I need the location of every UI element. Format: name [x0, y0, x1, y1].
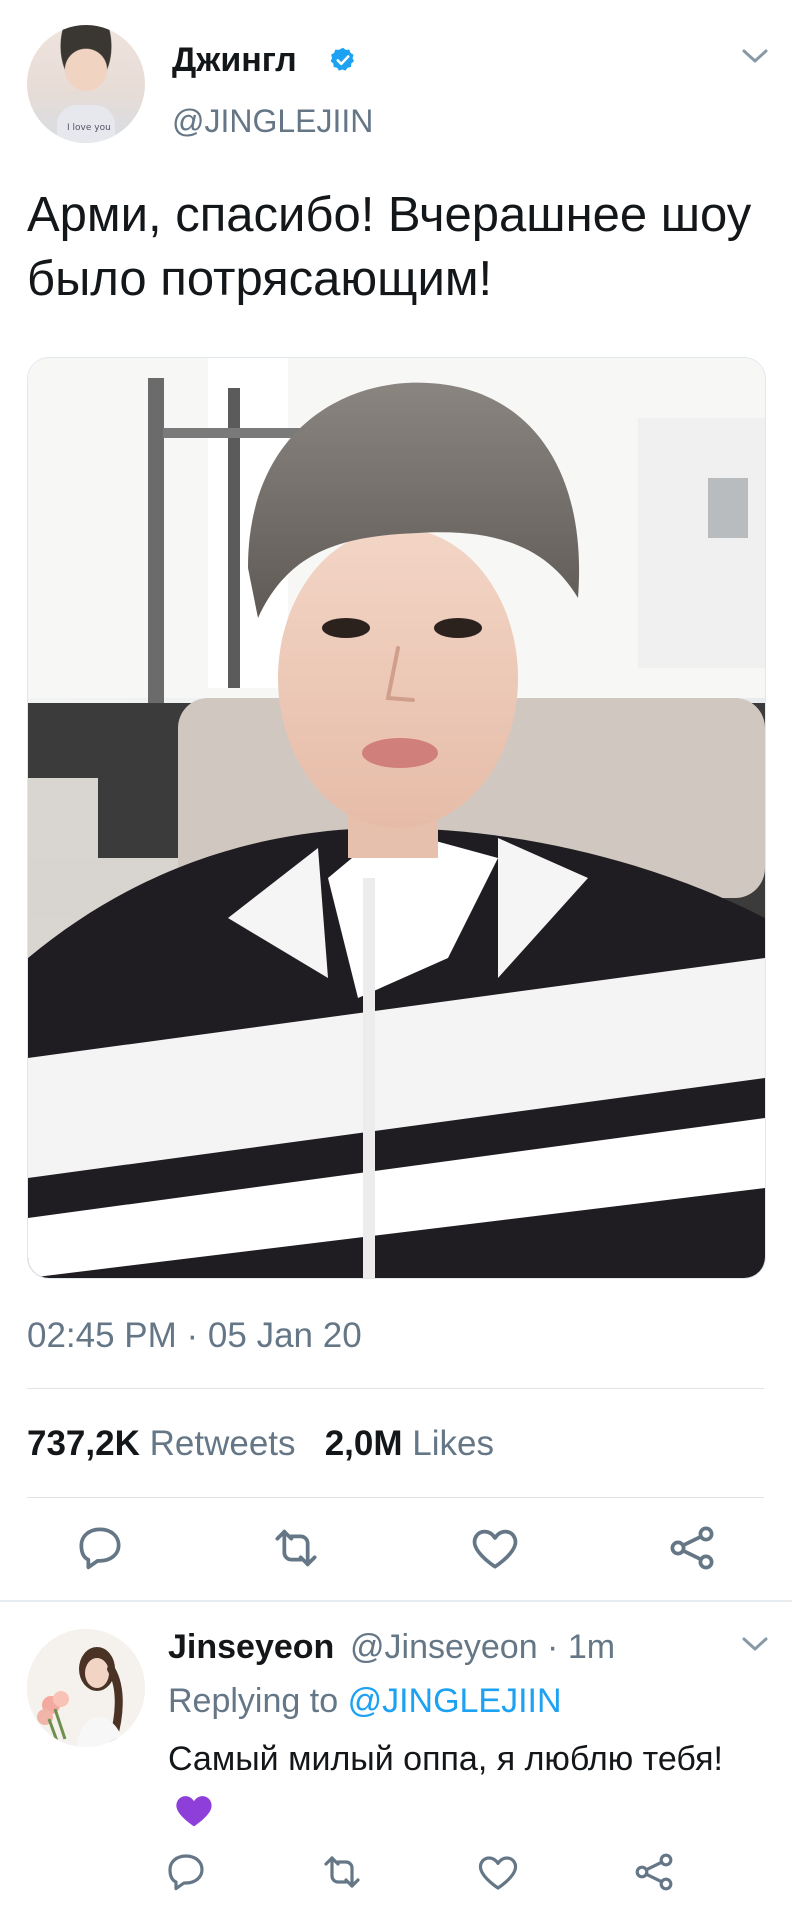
- author-display-name[interactable]: Джингл: [172, 40, 297, 80]
- tweet-stats: 737,2K Retweets 2,0M Likes: [27, 1423, 494, 1465]
- retweet-icon[interactable]: [268, 1520, 324, 1576]
- share-icon[interactable]: [664, 1520, 720, 1576]
- replying-to: Replying to @JINGLEJIIN: [168, 1681, 562, 1721]
- tweet-timestamp[interactable]: 02:45 PM · 05 Jan 20: [27, 1315, 362, 1357]
- reply-icon[interactable]: [72, 1520, 128, 1576]
- purple-heart-emoji-icon: [176, 1796, 212, 1827]
- like-icon[interactable]: [467, 1520, 523, 1576]
- replying-prefix: Replying to: [168, 1682, 339, 1720]
- reply-author-avatar[interactable]: [27, 1629, 145, 1747]
- selfie-illustration: [28, 358, 765, 1278]
- reply-text: Самый милый оппа, я люблю тебя!: [168, 1733, 728, 1837]
- reply-author-name[interactable]: Jinseyeon: [168, 1627, 334, 1667]
- author-avatar[interactable]: I love you: [27, 25, 145, 143]
- share-icon[interactable]: [630, 1848, 678, 1896]
- divider: [27, 1388, 764, 1389]
- replying-handle-link[interactable]: @JINGLEJIIN: [348, 1682, 562, 1720]
- verified-badge-icon: [330, 47, 354, 71]
- divider: [27, 1497, 764, 1498]
- author-handle[interactable]: @JINGLEJIIN: [172, 102, 373, 140]
- section-divider: [0, 1600, 792, 1602]
- avatar-caption: I love you: [67, 123, 111, 133]
- tweet-photo[interactable]: [27, 357, 766, 1279]
- reply-author-meta[interactable]: @Jinseyeon · 1m: [350, 1627, 615, 1667]
- reply-text-content: Самый милый оппа, я люблю тебя!: [168, 1740, 723, 1778]
- chevron-down-icon[interactable]: [740, 46, 770, 66]
- reply-avatar-illustration: [27, 1629, 145, 1747]
- likes-label[interactable]: Likes: [412, 1424, 494, 1463]
- retweets-label[interactable]: Retweets: [150, 1424, 296, 1463]
- chevron-down-icon[interactable]: [740, 1634, 770, 1654]
- tweet-text: Арми, спасибо! Вчерашнее шоу было потряс…: [27, 188, 752, 306]
- likes-count[interactable]: 2,0M: [325, 1424, 403, 1463]
- retweets-count[interactable]: 737,2K: [27, 1424, 140, 1463]
- retweet-icon[interactable]: [318, 1848, 366, 1896]
- like-icon[interactable]: [474, 1848, 522, 1896]
- reply-icon[interactable]: [162, 1848, 210, 1896]
